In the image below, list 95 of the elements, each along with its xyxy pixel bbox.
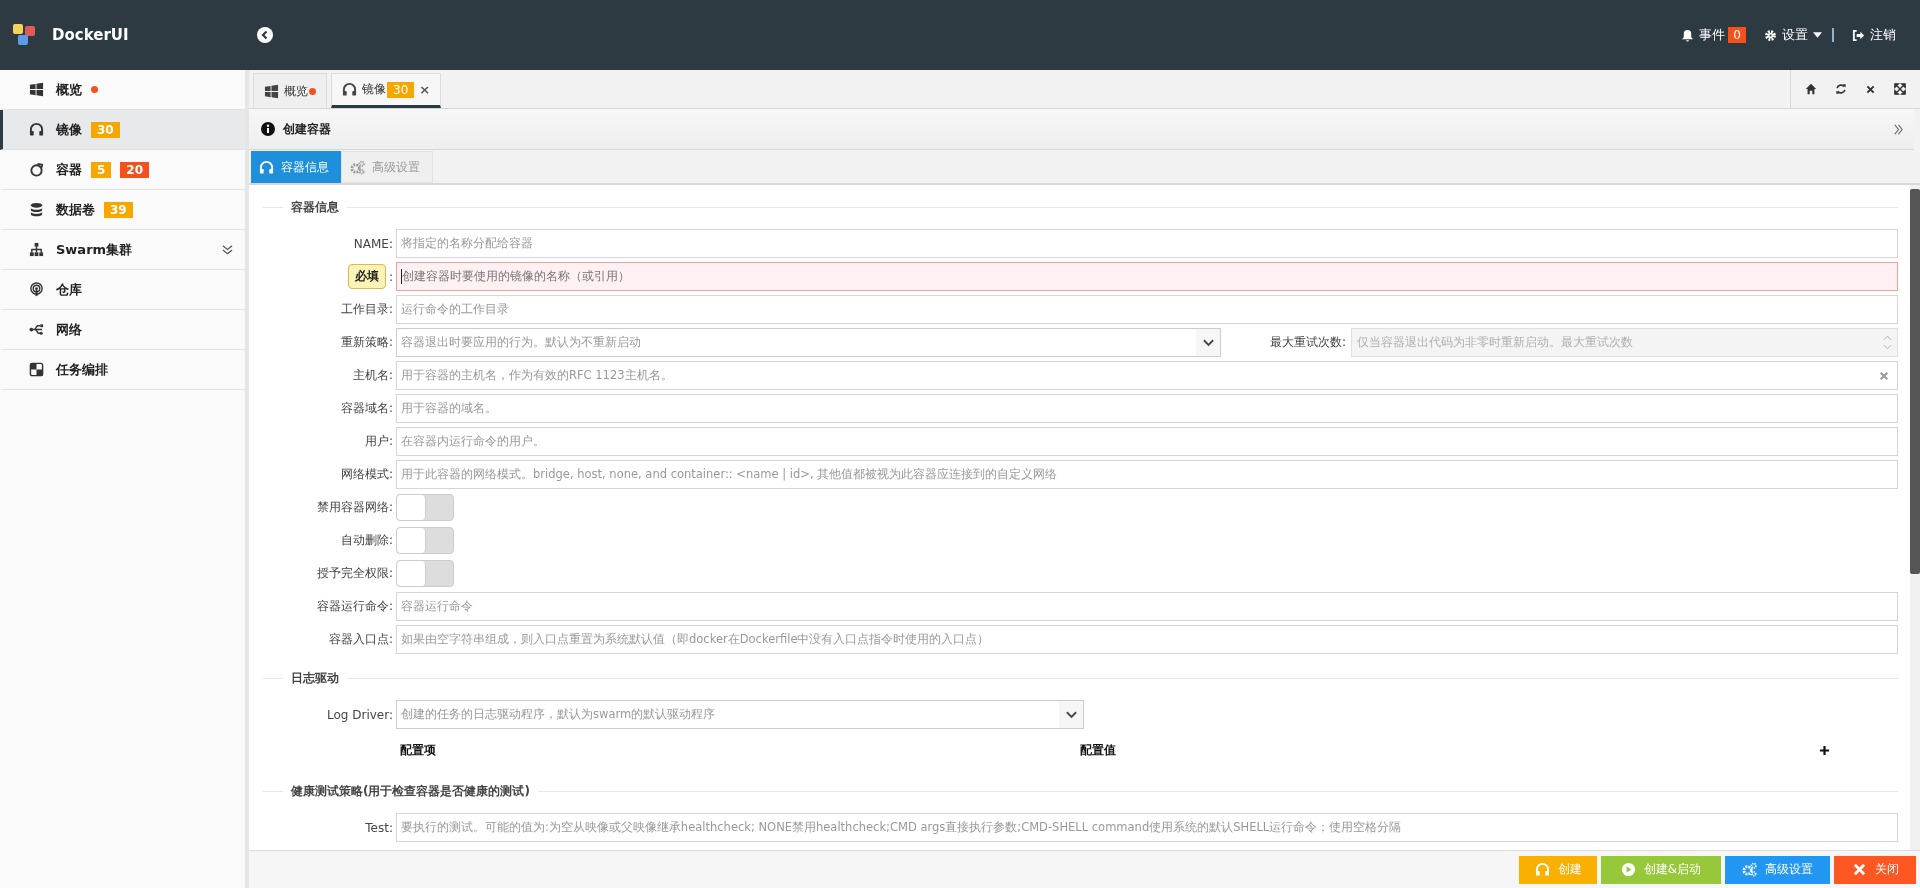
toggle-switch[interactable] — [396, 527, 454, 554]
text-field[interactable]: 将指定的名称分配给容器 — [396, 229, 1898, 258]
field-label: 最大重试次数: — [1268, 334, 1346, 351]
chevron-down-icon — [1065, 710, 1077, 719]
play-icon — [1620, 862, 1636, 877]
sidebar-item[interactable]: 镜像 30 — [0, 110, 245, 150]
double-chevron-icon[interactable] — [1893, 123, 1904, 135]
spinner-arrows-icon — [1883, 335, 1892, 350]
caret-icon — [1813, 32, 1822, 38]
field-label: 网络模式: — [340, 466, 393, 483]
logo-icon — [12, 22, 38, 48]
bell-icon — [1681, 28, 1695, 42]
close-tab-button[interactable]: × — [419, 82, 431, 97]
headphones-icon — [342, 82, 357, 97]
hierarchy-icon — [29, 242, 44, 257]
ring-icon — [29, 162, 44, 177]
collapse-sidebar-icon[interactable] — [257, 27, 273, 43]
headphones-icon — [1534, 862, 1550, 877]
info-icon — [261, 122, 275, 136]
field-label: 授予完全权限: — [316, 565, 393, 582]
panel-title: 创建容器 — [283, 120, 331, 138]
count-badge: 5 — [91, 161, 112, 178]
text-field[interactable]: 用于容器的域名。 — [396, 394, 1898, 423]
clear-icon[interactable] — [1879, 370, 1889, 381]
field-label: NAME: — [353, 236, 393, 251]
required-tooltip: 必填 — [348, 264, 386, 289]
text-field[interactable]: 用于此容器的网络模式。bridge, host, none, and container:: <name | id>, 其他值都被视为此容器应连接到的自定义网络 — [396, 460, 1898, 489]
text-field[interactable]: 要执行的测试。可能的值为:为空从映像或父映像继承healthcheck; NONE禁用healthcheck;CMD args直接执行参数;CMD-SHELL command使用系统的默认SHELL运行命令；使用空格分隔 — [396, 813, 1898, 842]
fullscreen-icon[interactable] — [1894, 83, 1906, 95]
events-link[interactable]: 事件 0 — [1681, 26, 1746, 44]
column-header: 配置值 — [1080, 741, 1116, 759]
section-title: 健康测试策略(用于检查容器是否健康的测试) — [291, 782, 530, 800]
section-title: 容器信息 — [291, 198, 339, 216]
action-button[interactable]: 关闭 — [1834, 855, 1916, 884]
usb-icon — [29, 322, 44, 337]
field-label: 容器运行命令: — [316, 598, 393, 615]
chevron-down-icon — [1202, 338, 1214, 347]
field-label: 工作目录: — [340, 301, 393, 318]
field-label: 主机名: — [352, 367, 393, 384]
field-label: 重新策略: — [340, 334, 393, 351]
app-title: DockerUI — [52, 26, 129, 44]
count-badge: 30 — [387, 81, 415, 98]
field-label: 容器域名: — [340, 400, 393, 417]
text-field[interactable]: 用于容器的主机名，作为有效的RFC 1123主机名。 — [396, 361, 1898, 390]
text-field[interactable]: 在容器内运行命令的用户。 — [396, 427, 1898, 456]
field-label: Test: — [365, 820, 393, 835]
text-field[interactable]: 容器运行命令 — [396, 592, 1898, 621]
dropdown-field[interactable]: 容器退出时要应用的行为。默认为不重新启动 — [396, 328, 1221, 357]
count-badge: 20 — [120, 161, 150, 178]
toggle-switch[interactable] — [396, 494, 454, 521]
expand-chevron-icon — [222, 244, 233, 255]
count-badge: 0 — [1728, 27, 1746, 43]
text-field[interactable]: 创建容器时要使用的镜像的名称（或引用） — [396, 262, 1898, 291]
action-button[interactable]: 创建&启动 — [1601, 855, 1721, 884]
headphones-icon — [29, 122, 44, 137]
section-title: 日志驱动 — [291, 669, 339, 687]
close-icon — [1851, 862, 1867, 877]
database-icon — [29, 202, 44, 217]
form-tab[interactable]: 容器信息 — [251, 151, 341, 183]
field-label: 自动删除: — [340, 532, 393, 549]
close-icon[interactable] — [1865, 83, 1876, 95]
text-field[interactable]: 运行命令的工作目录 — [396, 295, 1898, 324]
sidebar-item[interactable]: 网络 — [0, 310, 245, 350]
count-badge: 30 — [91, 121, 120, 138]
column-header: 配置项 — [400, 741, 437, 759]
text-field[interactable]: 如果由空字符串组成，则入口点重置为系统默认值（即docker在Dockerfile中没有入口点指令时使用的入口点） — [396, 625, 1898, 654]
count-badge: 39 — [104, 201, 133, 218]
plus-icon[interactable] — [1819, 744, 1830, 756]
window-grid-icon — [29, 82, 44, 97]
sidebar-item[interactable]: 容器 5 20 — [0, 150, 245, 190]
field-label: : — [388, 269, 393, 284]
logout-link[interactable]: 注销 — [1852, 26, 1896, 44]
sidebar-item[interactable]: 任务编排 — [0, 350, 245, 390]
checker-icon — [29, 362, 44, 377]
sidebar-item[interactable]: 仓库 — [0, 270, 245, 310]
logout-icon — [1852, 28, 1865, 42]
settings-menu[interactable]: 设置 — [1764, 26, 1822, 44]
home-icon[interactable] — [1805, 83, 1817, 95]
action-button[interactable]: 创建 — [1519, 855, 1597, 884]
sidebar-item[interactable]: 数据卷 39 — [0, 190, 245, 230]
toggle-switch[interactable] — [396, 560, 454, 587]
sidebar-item[interactable]: Swarm集群 — [0, 230, 245, 270]
window-grid-icon — [264, 83, 279, 99]
action-button[interactable]: 高级设置 — [1725, 855, 1830, 884]
field-label: 容器入口点: — [328, 631, 393, 648]
refresh-icon[interactable] — [1835, 83, 1847, 95]
field-label: Log Driver: — [327, 707, 393, 722]
page-tab[interactable]: 概览 — [253, 73, 327, 108]
headphones-icon — [259, 159, 274, 175]
dropdown-field[interactable]: 创建的任务的日志驱动程序，默认为swarm的默认驱动程序 — [396, 700, 1084, 729]
scrollbar-thumb[interactable] — [1910, 189, 1920, 574]
page-tab[interactable]: 镜像 30 × — [331, 73, 442, 108]
broadcast-icon — [29, 282, 44, 297]
field-label: 用户: — [364, 433, 393, 450]
field-label: 禁用容器网络: — [316, 499, 393, 516]
